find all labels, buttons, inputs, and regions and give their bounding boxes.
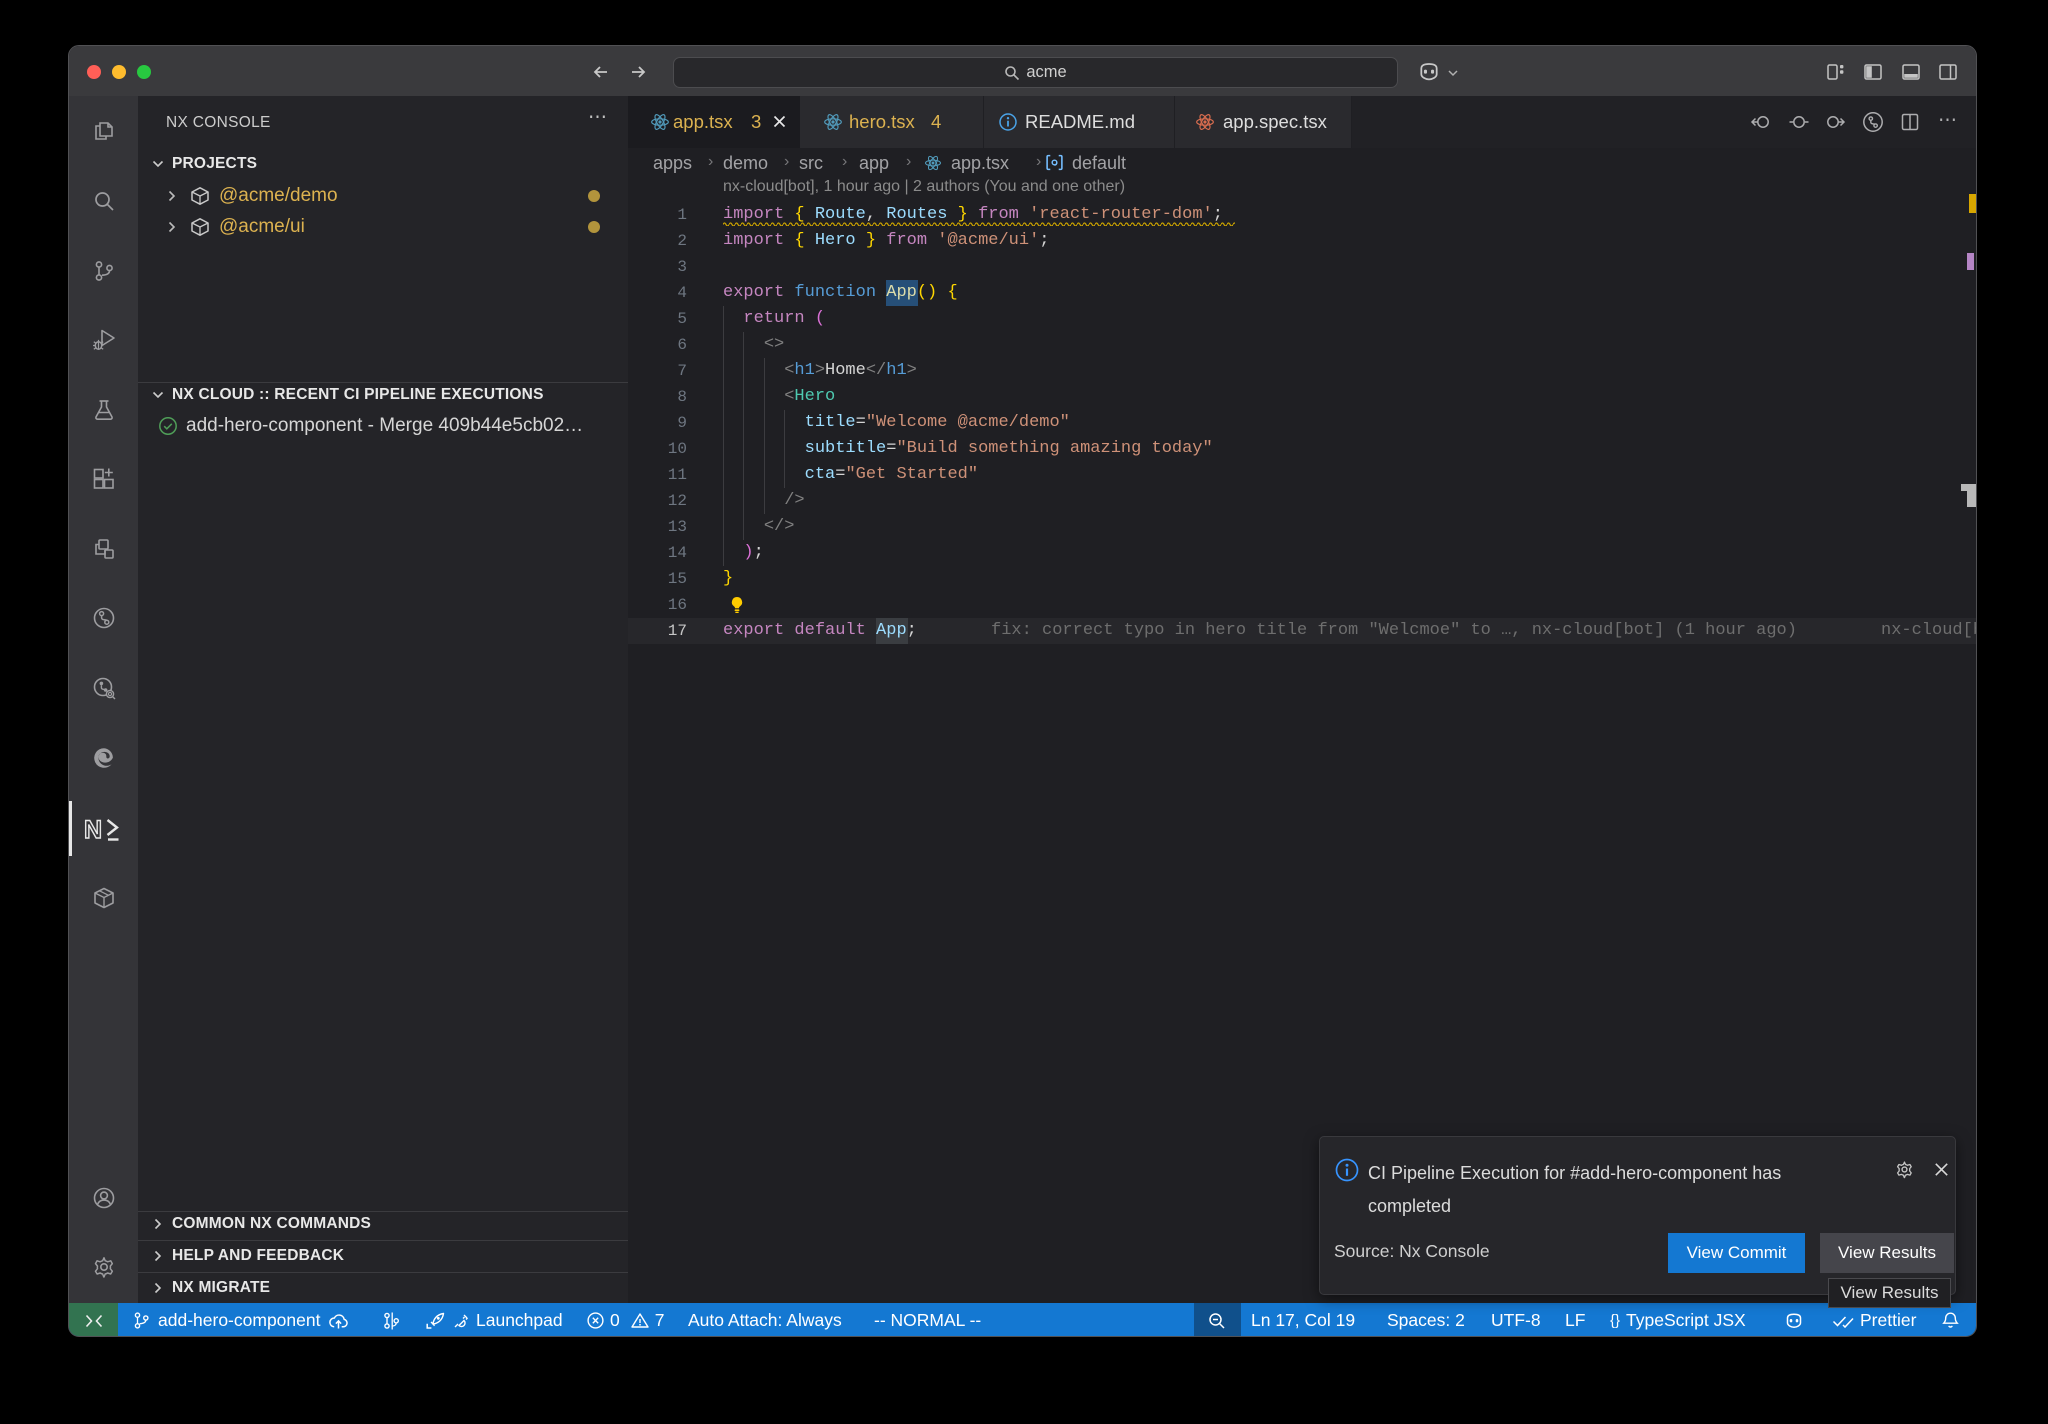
- svg-text:N: N: [84, 816, 102, 843]
